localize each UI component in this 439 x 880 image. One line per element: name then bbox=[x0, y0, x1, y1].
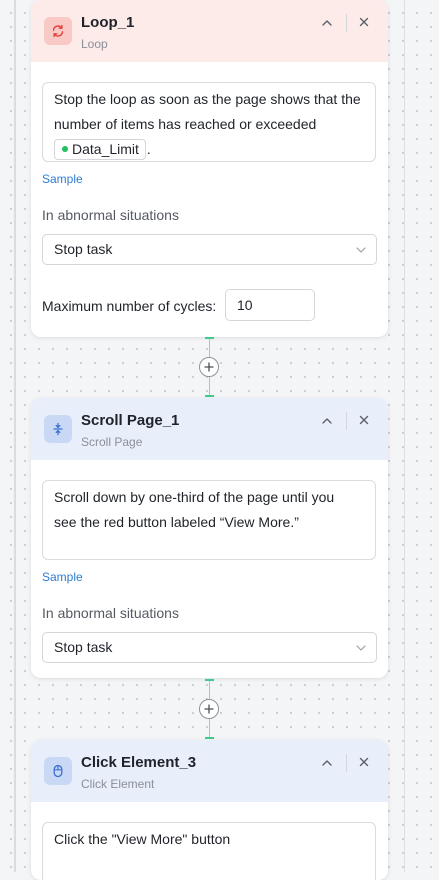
prompt-line: Click the "View More" button bbox=[54, 831, 231, 847]
step-type: Click Element bbox=[81, 777, 155, 791]
connector-line bbox=[209, 681, 210, 699]
connector-line bbox=[209, 339, 210, 357]
variable-dot-icon bbox=[62, 146, 68, 152]
close-icon[interactable] bbox=[357, 755, 371, 769]
chevron-down-icon bbox=[356, 645, 366, 651]
prompt-input[interactable]: Scroll down by one-third of the page unt… bbox=[42, 480, 376, 560]
sample-link[interactable]: Sample bbox=[42, 570, 83, 584]
step-title: Loop_1 bbox=[81, 14, 135, 31]
sample-link[interactable]: Sample bbox=[42, 172, 83, 186]
prompt-input[interactable]: Stop the loop as soon as the page shows … bbox=[42, 82, 376, 162]
step-card-loop[interactable]: Loop_1 Loop Stop the loop as soon as the… bbox=[31, 0, 388, 337]
prompt-suffix: . bbox=[146, 141, 151, 157]
step-title: Click Element_3 bbox=[81, 754, 197, 771]
chevron-up-icon[interactable] bbox=[320, 16, 334, 30]
prompt-input[interactable]: Click the "View More" button bbox=[42, 822, 376, 880]
prompt-line: see the red button labeled “View More.” bbox=[54, 514, 299, 530]
add-step-button[interactable] bbox=[199, 699, 219, 719]
step-card-click-element[interactable]: Click Element_3 Click Element Click the … bbox=[31, 740, 388, 880]
mouse-click-icon bbox=[44, 757, 72, 785]
chevron-up-icon[interactable] bbox=[320, 414, 334, 428]
plus-icon bbox=[204, 704, 214, 714]
loop-icon bbox=[44, 17, 72, 45]
step-type: Scroll Page bbox=[81, 435, 143, 449]
variable-chip-label: Data_Limit bbox=[72, 141, 139, 157]
max-cycles-input[interactable]: 10 bbox=[225, 289, 315, 321]
max-cycles-label: Maximum number of cycles: bbox=[42, 298, 217, 314]
step-title: Scroll Page_1 bbox=[81, 412, 180, 429]
chevron-down-icon bbox=[356, 247, 366, 253]
chevron-up-icon[interactable] bbox=[320, 756, 334, 770]
select-value: Stop task bbox=[54, 639, 113, 655]
prompt-line: Scroll down by one-third of the page unt… bbox=[54, 489, 335, 505]
add-step-button[interactable] bbox=[199, 357, 219, 377]
abnormal-action-select[interactable]: Stop task bbox=[42, 234, 377, 265]
canvas-left-rail bbox=[14, 0, 16, 872]
close-icon[interactable] bbox=[357, 15, 371, 29]
prompt-line: Stop the loop as soon as the page shows … bbox=[54, 91, 361, 107]
abnormal-situations-label: In abnormal situations bbox=[42, 605, 179, 621]
abnormal-situations-label: In abnormal situations bbox=[42, 207, 179, 223]
canvas-right-rail bbox=[404, 0, 405, 872]
connector-line bbox=[209, 377, 210, 395]
header-divider bbox=[346, 412, 347, 430]
step-type: Loop bbox=[81, 37, 108, 51]
step-card-scroll-page[interactable]: Scroll Page_1 Scroll Page Scroll down by… bbox=[31, 398, 388, 678]
close-icon[interactable] bbox=[357, 413, 371, 427]
step-header: Scroll Page_1 Scroll Page bbox=[31, 398, 388, 460]
abnormal-action-select[interactable]: Stop task bbox=[42, 632, 377, 663]
step-header: Click Element_3 Click Element bbox=[31, 740, 388, 802]
connector-handle bbox=[205, 395, 214, 397]
connector-handle bbox=[205, 737, 214, 739]
variable-chip[interactable]: Data_Limit bbox=[54, 139, 146, 160]
prompt-line: number of items has reached or exceeded bbox=[54, 116, 317, 132]
step-header: Loop_1 Loop bbox=[31, 0, 388, 62]
plus-icon bbox=[204, 362, 214, 372]
header-divider bbox=[346, 754, 347, 772]
connector-line bbox=[209, 719, 210, 737]
header-divider bbox=[346, 14, 347, 32]
select-value: Stop task bbox=[54, 241, 113, 257]
scroll-page-icon bbox=[44, 415, 72, 443]
